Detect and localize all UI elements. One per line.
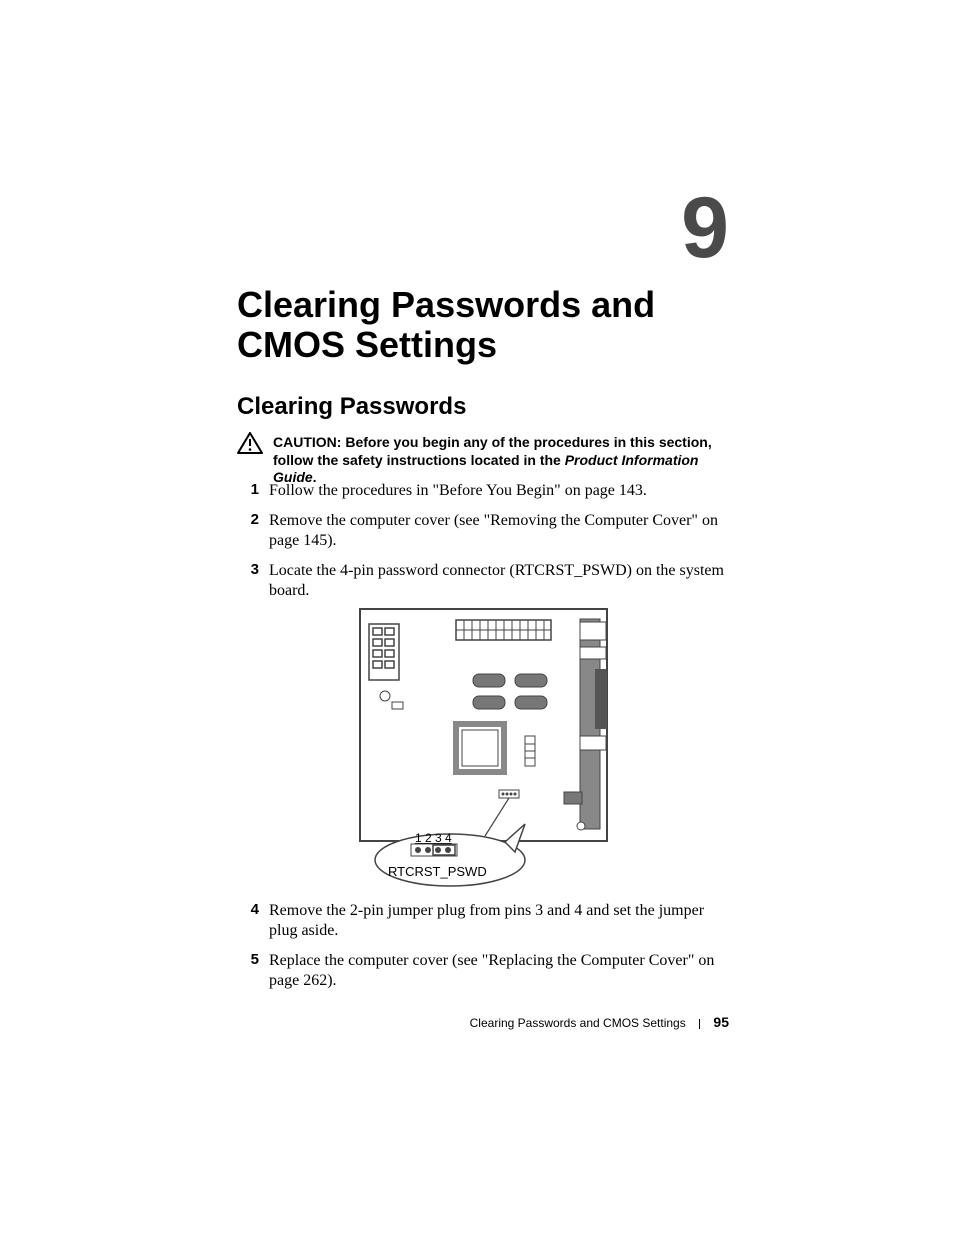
jumper-pins-label: 1 2 3 4 <box>415 831 452 845</box>
caution-label: CAUTION: <box>273 434 341 450</box>
chapter-number: 9 <box>681 185 729 271</box>
step-number: 3 <box>237 561 259 580</box>
steps-first: 1 Follow the procedures in "Before You B… <box>237 481 729 611</box>
caution-icon <box>237 432 263 454</box>
caution-note: CAUTION: Before you begin any of the pro… <box>237 434 729 487</box>
step-item: 2 Remove the computer cover (see "Removi… <box>237 511 729 551</box>
step-number: 5 <box>237 951 259 970</box>
page-footer: Clearing Passwords and CMOS Settings 95 <box>470 1014 729 1030</box>
step-item: 3 Locate the 4-pin password connector (R… <box>237 561 729 601</box>
step-number: 1 <box>237 481 259 500</box>
chapter-title: Clearing Passwords and CMOS Settings <box>237 285 729 364</box>
footer-page-number: 95 <box>713 1014 729 1030</box>
steps-second: 4 Remove the 2-pin jumper plug from pins… <box>237 901 729 1001</box>
step-text: Replace the computer cover (see "Replaci… <box>269 952 714 989</box>
page: 9 Clearing Passwords and CMOS Settings C… <box>0 0 954 1235</box>
system-board-figure: 1 2 3 4 RTCRST_PSWD <box>355 604 617 887</box>
step-item: 4 Remove the 2-pin jumper plug from pins… <box>237 901 729 941</box>
step-text: Follow the procedures in "Before You Beg… <box>269 482 647 499</box>
footer-separator <box>699 1019 700 1029</box>
step-text: Locate the 4-pin password connector (RTC… <box>269 562 724 599</box>
step-number: 2 <box>237 511 259 530</box>
step-item: 5 Replace the computer cover (see "Repla… <box>237 951 729 991</box>
footer-section: Clearing Passwords and CMOS Settings <box>470 1016 686 1030</box>
step-text: Remove the 2-pin jumper plug from pins 3… <box>269 902 704 939</box>
section-title: Clearing Passwords <box>237 393 466 421</box>
step-text: Remove the computer cover (see "Removing… <box>269 512 718 549</box>
step-number: 4 <box>237 901 259 920</box>
step-item: 1 Follow the procedures in "Before You B… <box>237 481 729 501</box>
jumper-name-label: RTCRST_PSWD <box>388 864 487 879</box>
